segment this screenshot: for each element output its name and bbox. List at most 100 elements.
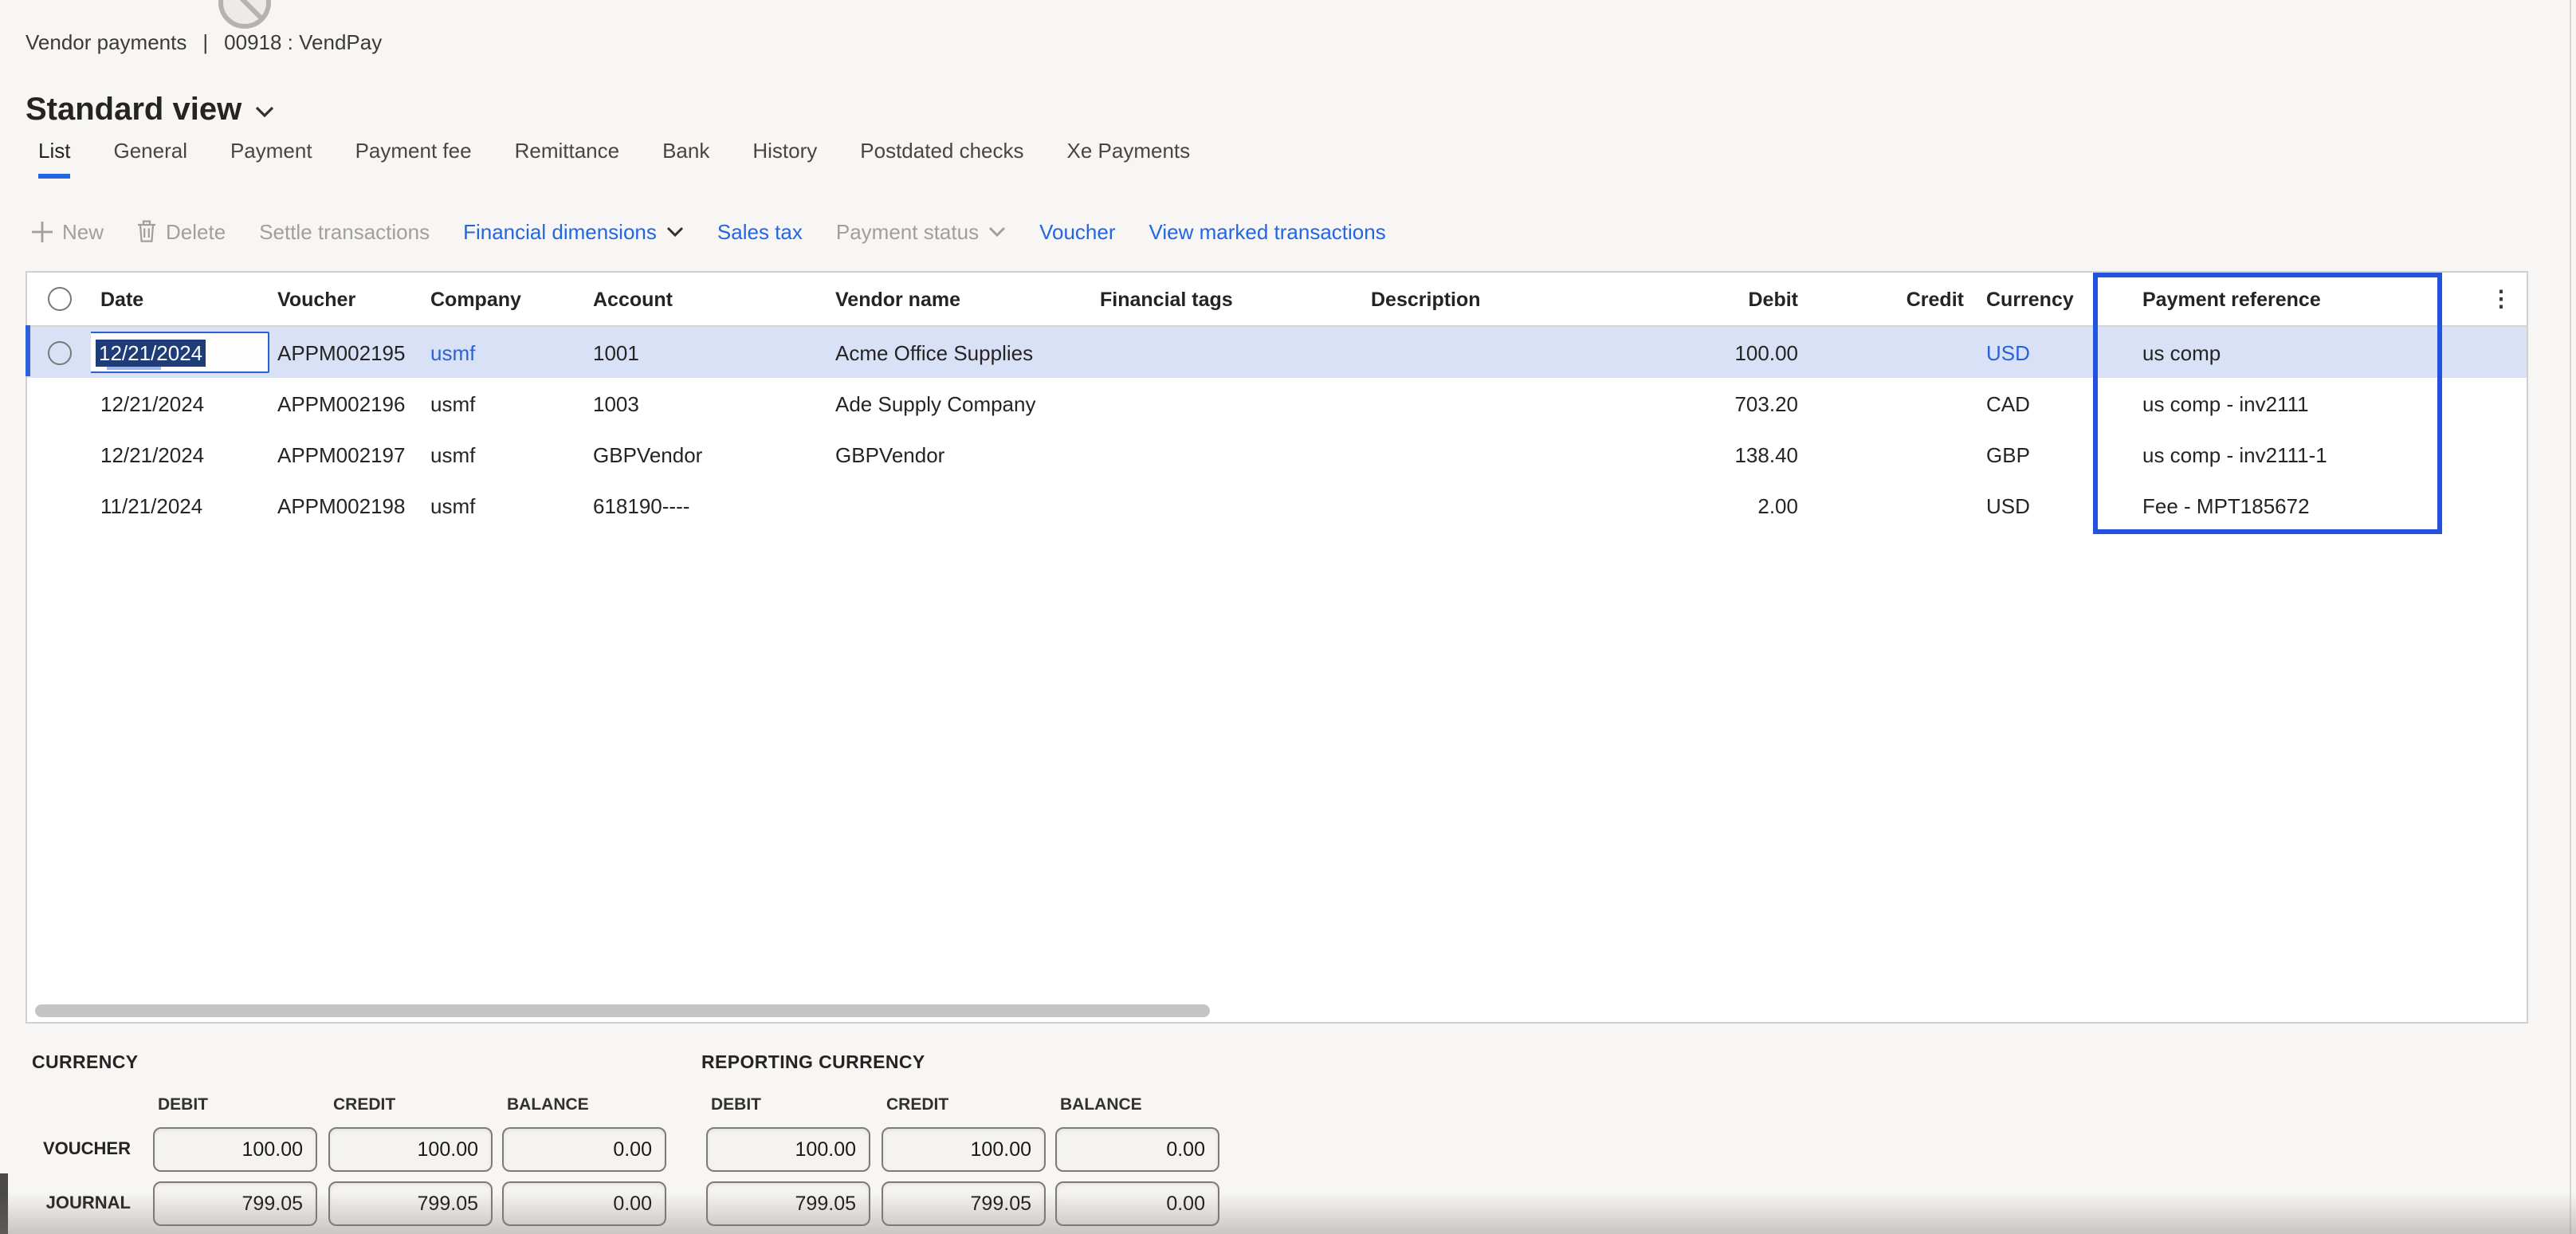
tab-xe-payments[interactable]: Xe Payments	[1067, 139, 1191, 179]
cell-date[interactable]: 12/21/2024	[91, 391, 276, 415]
new-button[interactable]: New	[32, 219, 104, 243]
plus-icon	[32, 221, 53, 242]
cell-date[interactable]: 12/21/2024	[91, 442, 276, 466]
currency-debit-header: DEBIT	[158, 1095, 208, 1114]
col-header-financial-tags[interactable]: Financial tags	[1098, 288, 1369, 310]
col-header-description[interactable]: Description	[1369, 288, 1640, 310]
reporting-journal-balance-field: 0.00	[1055, 1181, 1219, 1226]
row-radio[interactable]	[27, 340, 91, 364]
cell-debit[interactable]: 100.00	[1640, 340, 1808, 364]
tab-payment[interactable]: Payment	[230, 139, 312, 179]
chevron-down-icon	[988, 226, 1006, 237]
breadcrumb: Vendor payments | 00918 : VendPay	[26, 30, 382, 54]
reporting-debit-header: DEBIT	[711, 1095, 761, 1114]
currency-journal-credit-field: 799.05	[328, 1181, 493, 1226]
reporting-credit-header: CREDIT	[886, 1095, 948, 1114]
cell-payment-reference[interactable]: us comp - inv2111-1	[2095, 442, 2444, 466]
col-header-vendor-name[interactable]: Vendor name	[834, 288, 1098, 310]
tab-bar: List General Payment Payment fee Remitta…	[38, 139, 1190, 179]
cell-company[interactable]: usmf	[429, 442, 591, 466]
date-input[interactable]: 12/21/2024	[91, 332, 269, 373]
table-row[interactable]: 12/21/2024 APPM002196 usmf 1003 Ade Supp…	[27, 378, 2527, 429]
cell-voucher[interactable]: APPM002198	[276, 493, 429, 517]
tab-list[interactable]: List	[38, 139, 70, 179]
cell-payment-reference[interactable]: us comp - inv2111	[2095, 391, 2444, 415]
cell-date[interactable]: 11/21/2024	[91, 493, 276, 517]
reporting-voucher-debit-field: 100.00	[706, 1127, 870, 1172]
chevron-down-icon	[254, 104, 273, 117]
grid-header-row: Date Voucher Company Account Vendor name…	[27, 273, 2527, 327]
sales-tax-button[interactable]: Sales tax	[717, 219, 803, 243]
cell-company[interactable]: usmf	[429, 391, 591, 415]
bottom-left-edge	[0, 1173, 8, 1234]
tab-history[interactable]: History	[752, 139, 817, 179]
col-header-voucher[interactable]: Voucher	[276, 288, 429, 310]
table-row[interactable]: 12/21/2024 APPM002197 usmf GBPVendor GBP…	[27, 429, 2527, 480]
col-header-date[interactable]: Date	[91, 288, 276, 310]
col-header-credit[interactable]: Credit	[1808, 288, 1973, 310]
vendor-payments-page: Vendor payments | 00918 : VendPay Standa…	[0, 0, 2576, 1234]
selected-row-indicator	[26, 325, 30, 376]
journal-row-label: JOURNAL	[0, 1194, 131, 1213]
cell-currency-link[interactable]: USD	[1973, 340, 2095, 364]
tab-bank[interactable]: Bank	[662, 139, 709, 179]
settle-transactions-button[interactable]: Settle transactions	[259, 219, 430, 243]
cell-voucher[interactable]: APPM002196	[276, 391, 429, 415]
reporting-currency-section-title: REPORTING CURRENCY	[701, 1054, 925, 1073]
cell-vendor-name[interactable]: Acme Office Supplies	[834, 340, 1098, 364]
cell-vendor-name[interactable]: GBPVendor	[834, 442, 1098, 466]
tab-payment-fee[interactable]: Payment fee	[355, 139, 472, 179]
payment-status-button[interactable]: Payment status	[836, 219, 1006, 243]
record-id: 00918 : VendPay	[224, 30, 382, 54]
cell-payment-reference[interactable]: Fee - MPT185672	[2095, 493, 2444, 517]
voucher-button[interactable]: Voucher	[1039, 219, 1115, 243]
page-title: Vendor payments	[26, 30, 187, 54]
select-all-radio[interactable]	[27, 287, 91, 311]
col-header-account[interactable]: Account	[591, 288, 834, 310]
cell-vendor-name[interactable]: Ade Supply Company	[834, 391, 1098, 415]
date-input-selected-text: 12/21/2024	[96, 339, 206, 366]
tab-general[interactable]: General	[113, 139, 187, 179]
cell-account[interactable]: 1001	[591, 340, 834, 364]
voucher-row-label: VOUCHER	[0, 1140, 131, 1159]
cell-debit[interactable]: 2.00	[1640, 493, 1808, 517]
delete-button[interactable]: Delete	[137, 219, 226, 243]
chevron-down-icon	[666, 226, 684, 237]
payments-grid: Date Voucher Company Account Vendor name…	[26, 271, 2528, 1024]
col-header-currency[interactable]: Currency	[1973, 288, 2095, 310]
tab-remittance[interactable]: Remittance	[515, 139, 620, 179]
cell-currency[interactable]: CAD	[1973, 391, 2095, 415]
col-header-payment-reference[interactable]: Payment reference	[2095, 288, 2444, 310]
tab-postdated-checks[interactable]: Postdated checks	[860, 139, 1023, 179]
cell-currency[interactable]: GBP	[1973, 442, 2095, 466]
col-header-company[interactable]: Company	[429, 288, 591, 310]
currency-voucher-debit-field: 100.00	[153, 1127, 317, 1172]
cell-company[interactable]: usmf	[429, 493, 591, 517]
view-marked-transactions-button[interactable]: View marked transactions	[1149, 219, 1386, 243]
table-row[interactable]: 12/21/2024 APPM002195 usmf 1001 Acme Off…	[27, 327, 2527, 378]
col-header-debit[interactable]: Debit	[1640, 288, 1808, 310]
reporting-voucher-credit-field: 100.00	[882, 1127, 1046, 1172]
currency-voucher-balance-field: 0.00	[502, 1127, 666, 1172]
cell-debit[interactable]: 703.20	[1640, 391, 1808, 415]
view-selector[interactable]: Standard view	[26, 92, 273, 129]
cell-debit[interactable]: 138.40	[1640, 442, 1808, 466]
cell-account[interactable]: 1003	[591, 391, 834, 415]
cell-account[interactable]: 618190----	[591, 493, 834, 517]
currency-voucher-credit-field: 100.00	[328, 1127, 493, 1172]
horizontal-scrollbar-thumb[interactable]	[35, 1004, 1210, 1017]
cell-payment-reference[interactable]: us comp	[2095, 340, 2444, 364]
financial-dimensions-button[interactable]: Financial dimensions	[463, 219, 684, 243]
reporting-balance-header: BALANCE	[1060, 1095, 1142, 1114]
cell-voucher[interactable]: APPM002195	[276, 340, 429, 364]
cell-currency[interactable]: USD	[1973, 493, 2095, 517]
blocked-cursor-icon	[218, 0, 271, 29]
currency-journal-balance-field: 0.00	[502, 1181, 666, 1226]
cell-account[interactable]: GBPVendor	[591, 442, 834, 466]
trash-icon	[137, 220, 156, 242]
reporting-voucher-balance-field: 0.00	[1055, 1127, 1219, 1172]
cell-voucher[interactable]: APPM002197	[276, 442, 429, 466]
grid-overflow-menu-icon[interactable]: ⋮	[2444, 285, 2527, 312]
table-row[interactable]: 11/21/2024 APPM002198 usmf 618190---- 2.…	[27, 480, 2527, 531]
cell-company-link[interactable]: usmf	[429, 340, 591, 364]
